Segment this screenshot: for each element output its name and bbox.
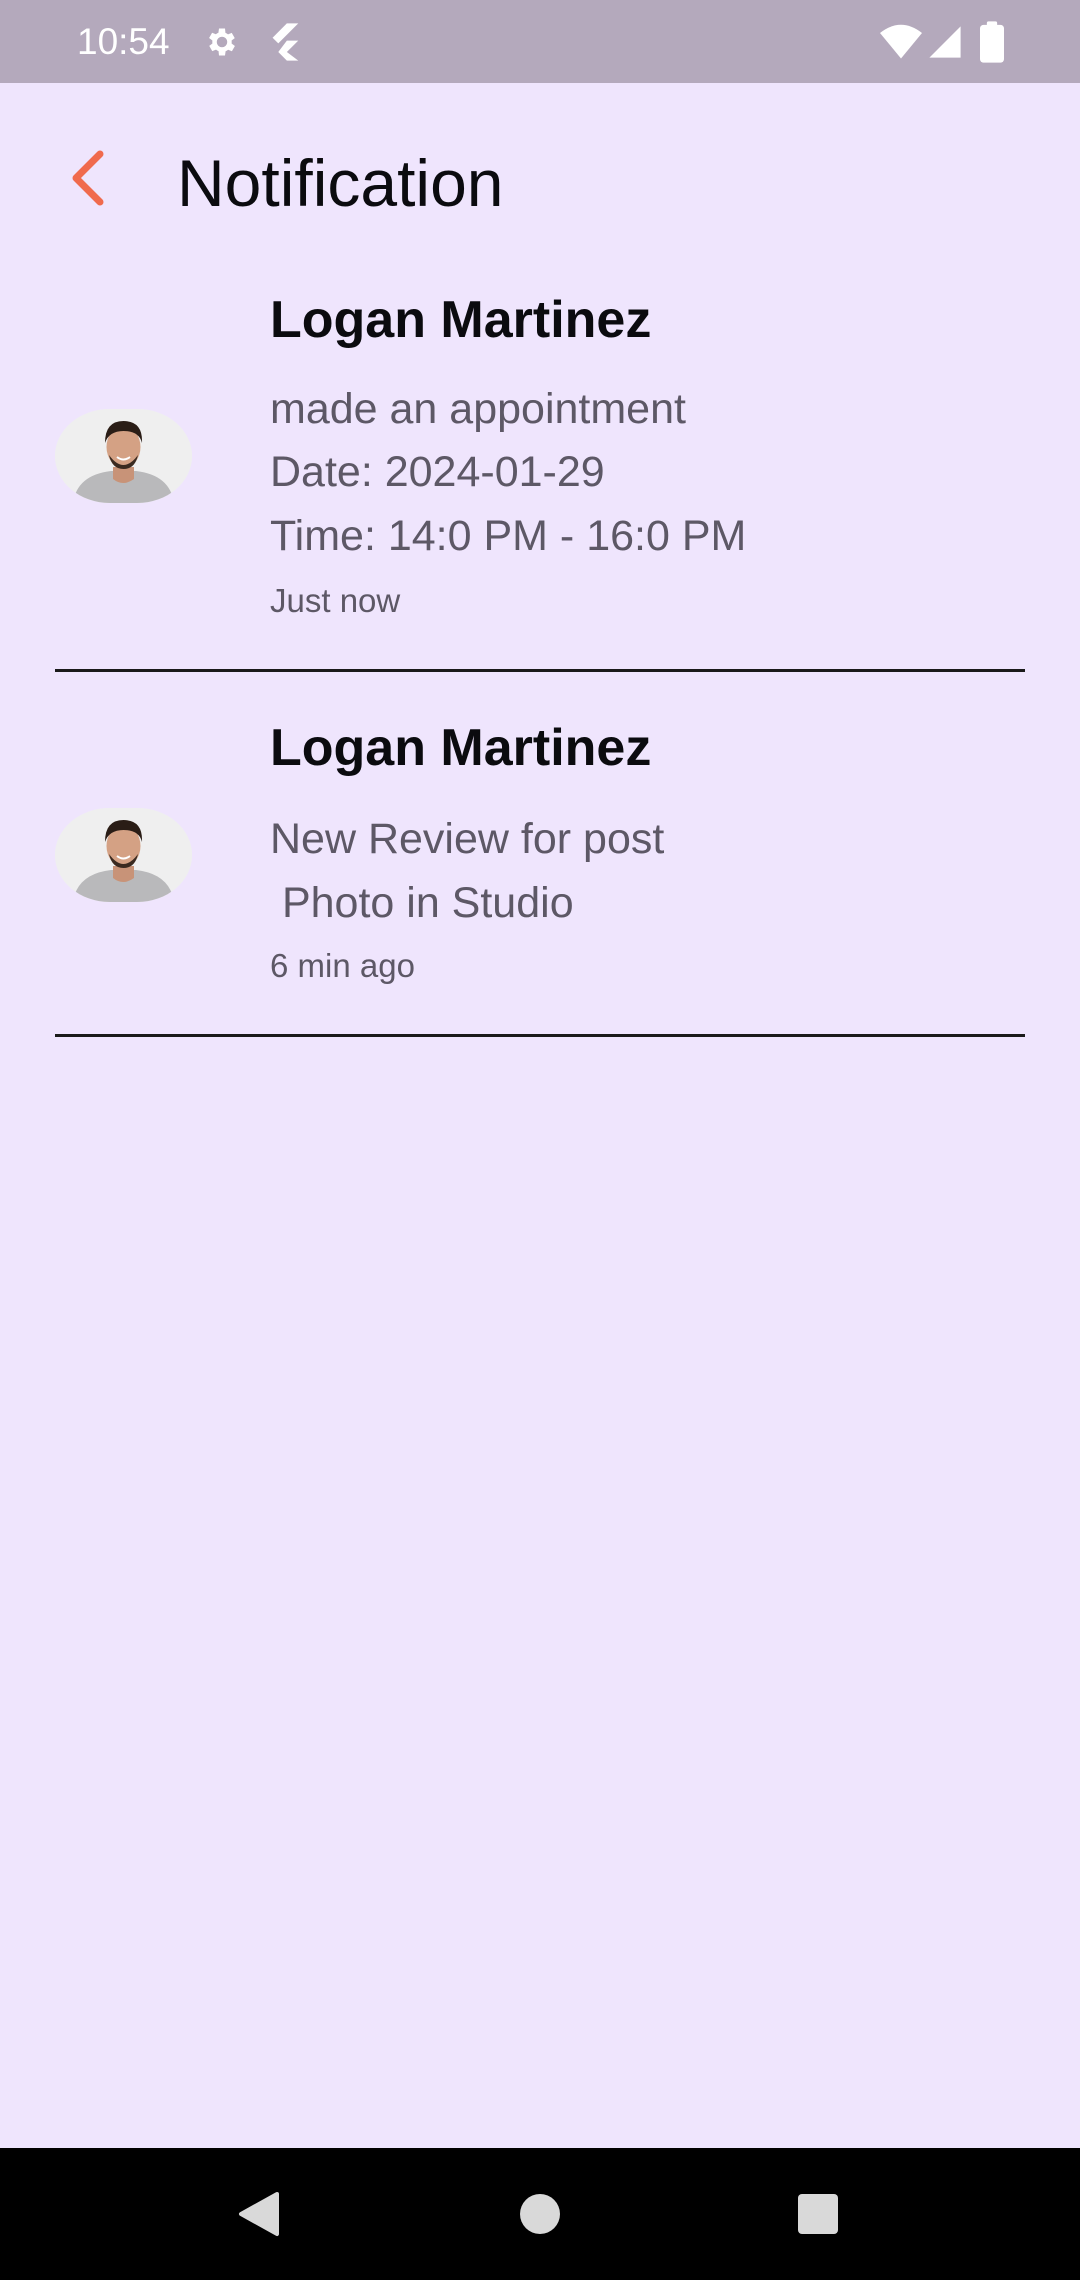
notification-item[interactable]: Logan Martinez New Review for post Photo… <box>0 713 1080 1033</box>
wifi-icon <box>880 24 922 59</box>
nav-recents-button[interactable] <box>763 2148 873 2280</box>
chevron-left-icon <box>72 150 104 206</box>
notification-message: made an appointment <box>270 385 686 433</box>
back-button[interactable] <box>55 145 121 211</box>
flutter-icon <box>272 23 299 61</box>
settings-gear-icon <box>209 28 235 56</box>
cellular-signal-icon <box>929 26 961 58</box>
notification-item[interactable]: Logan Martinez made an appointment Date:… <box>0 283 1080 673</box>
nav-back-button[interactable] <box>204 2148 314 2280</box>
person-photo <box>55 808 192 902</box>
person-photo <box>55 409 192 503</box>
avatar <box>55 808 192 902</box>
system-nav-bar <box>0 2148 1080 2280</box>
status-bar: 10:54 <box>0 0 1080 83</box>
notification-sender-name: Logan Martinez <box>270 719 652 777</box>
notification-sender-name: Logan Martinez <box>270 291 652 349</box>
nav-home-button[interactable] <box>485 2148 595 2280</box>
notification-post-title: Photo in Studio <box>270 879 574 927</box>
notification-date: Date: 2024-01-29 <box>270 448 605 496</box>
notification-time-range: Time: 14:0 PM - 16:0 PM <box>270 512 747 560</box>
battery-icon <box>980 21 1004 63</box>
avatar <box>55 409 192 503</box>
notification-message: New Review for post <box>270 815 665 863</box>
notification-timestamp: Just now <box>270 582 401 619</box>
notification-timestamp: 6 min ago <box>270 947 415 984</box>
back-triangle-icon <box>239 2192 279 2236</box>
status-time: 10:54 <box>77 21 170 62</box>
divider <box>55 669 1025 672</box>
page-title: Notification <box>177 146 504 220</box>
divider <box>55 1034 1025 1037</box>
home-circle-icon <box>520 2194 560 2234</box>
recents-square-icon <box>798 2194 838 2234</box>
app-bar: Notification <box>0 83 1080 283</box>
